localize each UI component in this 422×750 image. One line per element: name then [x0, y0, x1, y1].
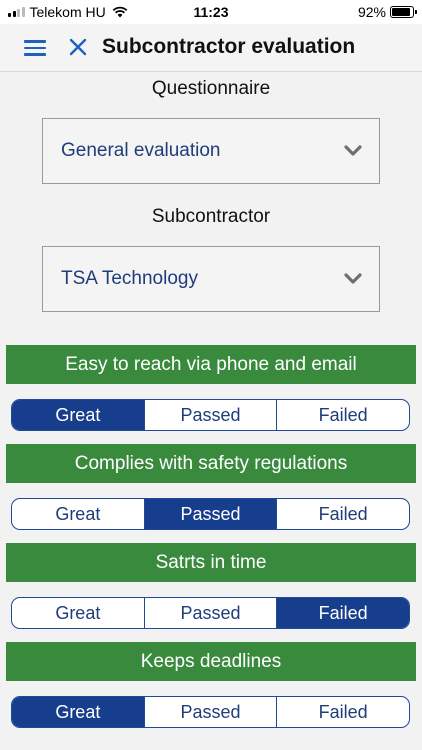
rating-option-failed[interactable]: Failed — [277, 499, 409, 529]
rating-option-great[interactable]: Great — [12, 400, 145, 430]
criterion-header: Keeps deadlines — [6, 642, 416, 681]
rating-option-passed[interactable]: Passed — [144, 499, 278, 529]
rating-segmented-control: Great Passed Failed — [11, 399, 410, 431]
rating-option-passed[interactable]: Passed — [145, 598, 278, 628]
criterion-header: Satrts in time — [6, 543, 416, 582]
evaluation-form: Questionnaire General evaluation Subcont… — [0, 72, 422, 750]
chevron-down-icon — [344, 145, 362, 156]
criterion-header: Easy to reach via phone and email — [6, 345, 416, 384]
battery-percentage: 92% — [357, 4, 386, 20]
status-bar: Telekom HU 11:23 92% — [0, 0, 422, 24]
subcontractor-select[interactable]: TSA Technology — [42, 246, 380, 312]
close-icon[interactable] — [68, 37, 88, 57]
questionnaire-label: Questionnaire — [151, 78, 271, 99]
rating-option-great[interactable]: Great — [12, 697, 145, 727]
rating-option-failed[interactable]: Failed — [277, 400, 409, 430]
battery-icon — [390, 6, 417, 18]
page-title: Subcontractor evaluation — [102, 35, 356, 58]
rating-segmented-control: Great Passed Failed — [11, 498, 410, 530]
subcontractor-value: TSA Technology — [61, 268, 198, 289]
questionnaire-value: General evaluation — [61, 140, 221, 161]
hamburger-menu-icon[interactable] — [24, 40, 46, 56]
rating-segmented-control: Great Passed Failed — [11, 597, 410, 629]
rating-option-passed[interactable]: Passed — [145, 400, 278, 430]
criterion-header: Complies with safety regulations — [6, 444, 416, 483]
rating-option-failed[interactable]: Failed — [277, 697, 409, 727]
questionnaire-select[interactable]: General evaluation — [42, 118, 380, 184]
rating-option-great[interactable]: Great — [12, 598, 145, 628]
chevron-down-icon — [344, 273, 362, 284]
rating-option-passed[interactable]: Passed — [145, 697, 278, 727]
rating-option-great[interactable]: Great — [12, 499, 145, 529]
rating-option-failed[interactable]: Failed — [277, 598, 409, 628]
app-header: Subcontractor evaluation — [0, 24, 422, 72]
subcontractor-label: Subcontractor — [151, 206, 271, 227]
rating-segmented-control: Great Passed Failed — [11, 696, 410, 728]
status-right: 92% — [357, 4, 417, 20]
